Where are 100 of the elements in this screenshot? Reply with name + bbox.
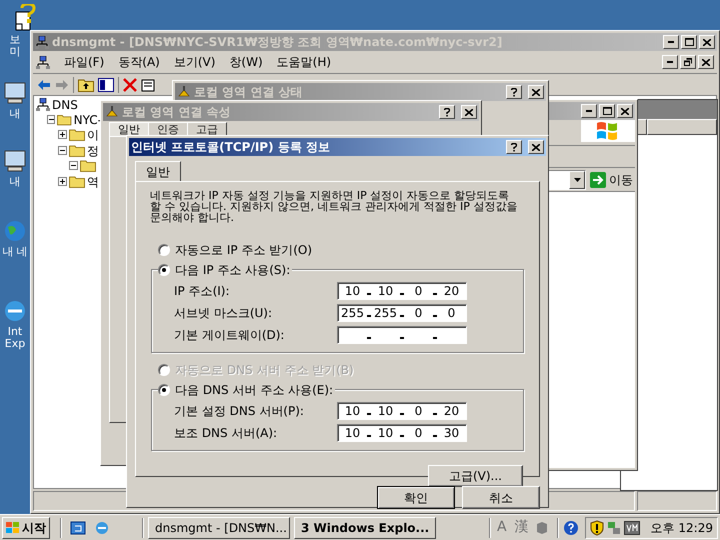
- help-file-icon[interactable]: [14, 4, 38, 32]
- back-arrow-icon[interactable]: [37, 78, 51, 90]
- properties-icon[interactable]: [141, 78, 155, 92]
- tree-item[interactable]: NYC-: [74, 110, 102, 128]
- folder-icon: [80, 159, 96, 172]
- radio-option[interactable]: 다음 DNS 서버 주소 사용(E):: [158, 381, 336, 399]
- maximize-icon: [684, 38, 694, 46]
- expand-toggle[interactable]: [58, 130, 67, 139]
- close-icon: [532, 88, 540, 96]
- maximize-button[interactable]: [681, 35, 697, 49]
- windows-logo-icon: [6, 522, 20, 534]
- close-button[interactable]: [528, 140, 544, 154]
- ip-address-field[interactable]: 255 255 0 0: [337, 304, 467, 322]
- shield-icon[interactable]: [590, 520, 604, 536]
- desktop-icon-label[interactable]: Int: [8, 326, 22, 338]
- help-button[interactable]: [439, 105, 455, 119]
- folder-icon: [57, 113, 72, 126]
- close-button[interactable]: [528, 85, 544, 99]
- tree-item[interactable]: 정: [87, 142, 99, 160]
- cancel-button[interactable]: 취소: [462, 486, 540, 509]
- collapse-toggle[interactable]: [47, 115, 56, 124]
- radio-option[interactable]: 자동으로 IP 주소 받기(O): [158, 241, 314, 259]
- desktop-icon[interactable]: [70, 520, 86, 536]
- help-icon[interactable]: [562, 520, 579, 536]
- connection-icon: [177, 86, 191, 98]
- collapse-toggle[interactable]: [58, 146, 67, 155]
- menu-item[interactable]: 도움말(H): [276, 53, 332, 71]
- folder-icon: [69, 128, 85, 141]
- menu-item[interactable]: 보기(V): [174, 53, 216, 71]
- tab[interactable]: 인증: [148, 122, 188, 136]
- up-folder-icon[interactable]: [78, 78, 94, 92]
- network-icon: [36, 56, 50, 68]
- desktop-icon-label[interactable]: 내: [10, 108, 20, 120]
- minimize-button[interactable]: [581, 104, 597, 118]
- collapse-toggle[interactable]: [69, 161, 78, 170]
- desktop-icon-label[interactable]: 보: [10, 34, 20, 46]
- close-button[interactable]: [461, 105, 477, 119]
- maximize-button[interactable]: [599, 104, 615, 118]
- close-icon: [702, 58, 710, 66]
- close-button[interactable]: [698, 55, 714, 69]
- taskbar-button[interactable]: dnsmgmt - [DNS₩N...: [148, 516, 290, 538]
- desktop-icon-label[interactable]: Exp: [4, 338, 26, 350]
- close-icon: [703, 38, 711, 46]
- clock: 오후 12:29: [650, 520, 713, 536]
- menu-item[interactable]: 파일(F): [64, 53, 104, 71]
- close-icon: [532, 144, 540, 150]
- desktop-icon-label[interactable]: 미: [10, 46, 20, 58]
- field-label: 기본 설정 DNS 서버(P):: [174, 403, 304, 420]
- vm-icon[interactable]: [624, 520, 640, 534]
- ok-button[interactable]: 확인: [377, 486, 455, 509]
- ip-address-field[interactable]: [337, 326, 467, 344]
- radio-option[interactable]: 다음 IP 주소 사용(S):: [158, 261, 292, 279]
- folder-icon: [69, 175, 85, 188]
- computer-icon[interactable]: [2, 148, 28, 174]
- close-button[interactable]: [699, 35, 715, 49]
- dropdown-button[interactable]: [569, 170, 585, 188]
- go-button[interactable]: 이동: [590, 170, 633, 188]
- ip-address-field[interactable]: 10 10 0 20: [337, 282, 467, 300]
- description-text: 네트워크가 IP 자동 설정 기능을 지원하면 IP 설정이 자동으로 할당되도록 할 수 있습니다. 지원하지 않으면, 네트워크 관리자에게 적절한 IP 설정값을 문의해야 합니다.: [150, 190, 518, 223]
- menu-item[interactable]: 동작(A): [118, 53, 160, 71]
- tree-pane-icon[interactable]: [98, 78, 114, 92]
- minimize-button[interactable]: [663, 35, 679, 49]
- close-button[interactable]: [617, 104, 633, 118]
- advanced-button[interactable]: 고급(V)...: [428, 465, 523, 487]
- expand-toggle[interactable]: [58, 177, 67, 186]
- taskbar-button[interactable]: 3 Windows Explo...: [294, 516, 436, 538]
- network-icon: [35, 36, 49, 48]
- arrow-icon: [590, 172, 606, 188]
- help-icon: [444, 108, 450, 116]
- desktop-icon-label[interactable]: 내 네: [2, 246, 28, 258]
- tree-item[interactable]: 역: [87, 172, 99, 190]
- computer-icon[interactable]: [2, 80, 28, 106]
- menu-item[interactable]: 창(W): [229, 53, 263, 71]
- close-icon: [621, 108, 629, 114]
- window-title: dnsmgmt - [DNS₩NYC-SVR1₩정방향 조회 영역₩nate.com₩nyc-svr2]: [52, 34, 502, 51]
- network-icon: [36, 98, 50, 111]
- window-title: 인터넷 프로토콜(TCP/IP) 등록 정보: [131, 139, 330, 156]
- folder-icon: [69, 144, 85, 157]
- tab[interactable]: 일반: [109, 122, 149, 136]
- ip-address-field[interactable]: 10 10 0 20: [337, 402, 467, 420]
- minimize-icon: [586, 110, 592, 112]
- tab[interactable]: 일반: [135, 161, 181, 181]
- connection-icon: [105, 106, 119, 118]
- help-button[interactable]: [506, 85, 522, 99]
- ime-toolbar-icon[interactable]: [534, 520, 549, 534]
- tree-item[interactable]: 이: [87, 126, 99, 144]
- minimize-button[interactable]: [662, 55, 678, 69]
- window-title: 로컬 영역 연결 속성: [122, 104, 231, 121]
- help-button[interactable]: [506, 140, 522, 154]
- restore-button[interactable]: [680, 55, 696, 69]
- maximize-icon: [602, 107, 612, 115]
- help-icon: [511, 88, 517, 96]
- tree-item[interactable]: DNS: [52, 96, 78, 114]
- ip-address-field[interactable]: 10 10 0 30: [337, 424, 467, 442]
- caret-icon: [574, 178, 580, 182]
- tab[interactable]: 고급: [187, 122, 227, 136]
- close-icon: [465, 108, 473, 116]
- start-button[interactable]: 시작: [2, 516, 50, 538]
- help-icon: [511, 142, 517, 152]
- desktop-icon-label[interactable]: 내: [10, 176, 20, 188]
